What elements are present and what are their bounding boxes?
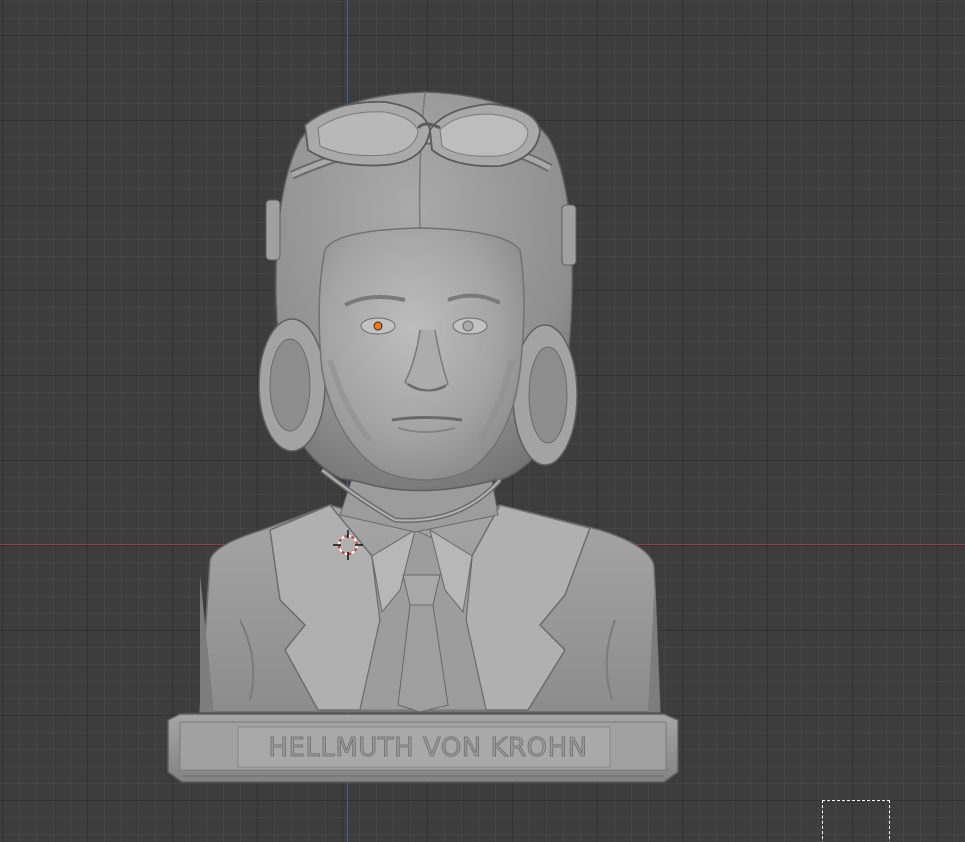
3d-cursor-icon[interactable]	[333, 530, 363, 560]
plaque-base: HELLMUTH VON KROHN	[167, 713, 679, 783]
object-origin-dot[interactable]	[373, 321, 383, 331]
jacket	[199, 504, 661, 713]
3d-viewport[interactable]: HELLMUTH VON KROHN	[0, 0, 965, 842]
plaque-engraving: HELLMUTH VON KROHN	[268, 733, 587, 763]
box-select-rectangle	[822, 800, 890, 842]
bust-model[interactable]: HELLMUTH VON KROHN	[0, 0, 965, 842]
